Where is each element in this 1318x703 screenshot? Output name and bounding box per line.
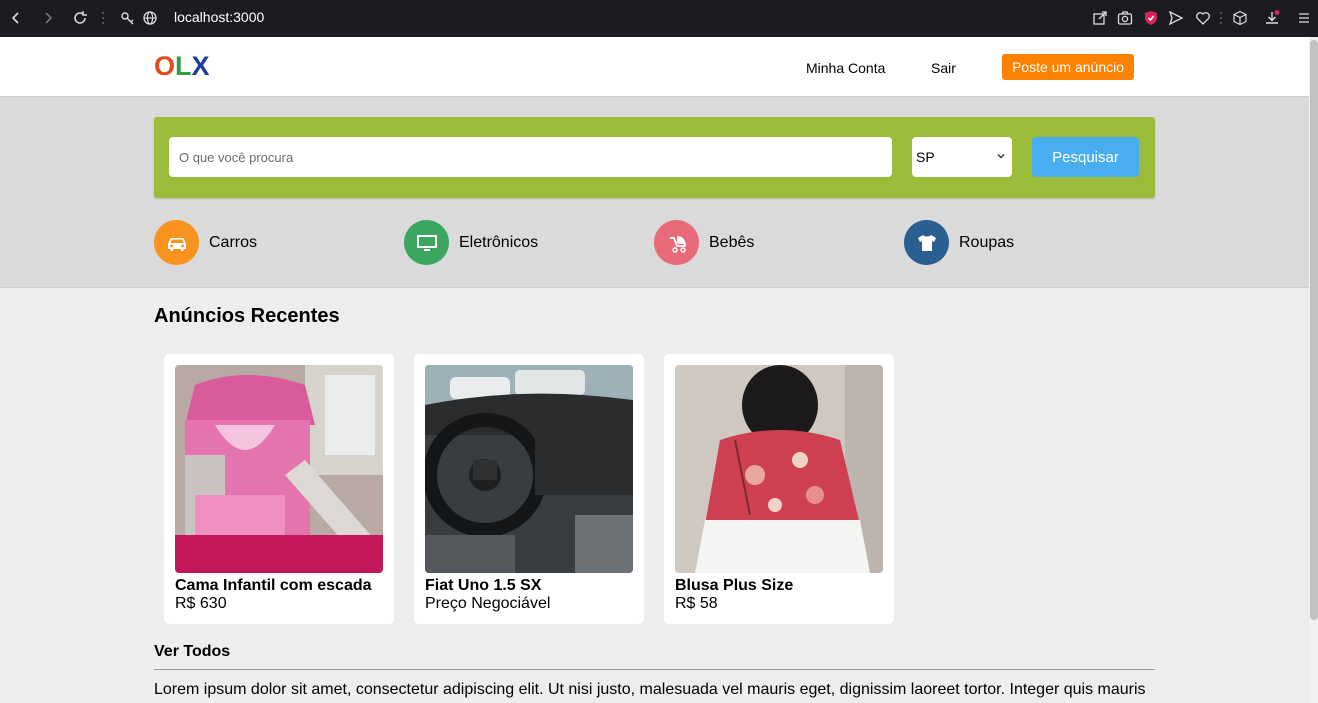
chevron-down-icon — [997, 154, 1005, 159]
forward-icon[interactable] — [38, 8, 58, 28]
logo-letter-x: X — [191, 51, 210, 81]
ad-card[interactable]: Cama Infantil com escada R$ 630 — [164, 354, 394, 624]
ad-title: Cama Infantil com escada — [175, 577, 372, 594]
logo-letter-l: L — [175, 51, 192, 81]
reload-icon[interactable] — [70, 8, 90, 28]
search-area: SP Pesquisar Carros Eletrônicos Bebês Ro… — [0, 97, 1309, 288]
scrollbar-thumb[interactable] — [1310, 40, 1318, 620]
ad-title: Blusa Plus Size — [675, 577, 794, 594]
ad-card[interactable]: Blusa Plus Size R$ 58 — [664, 354, 894, 624]
shirt-icon — [904, 220, 949, 265]
divider — [154, 669, 1155, 670]
category-label: Roupas — [959, 233, 1015, 251]
browser-toolbar: localhost:3000 — [0, 0, 1318, 37]
ad-image-bed[interactable] — [175, 365, 383, 573]
globe-icon[interactable] — [140, 8, 160, 28]
search-input[interactable] — [169, 137, 892, 177]
my-account-link[interactable]: Minha Conta — [806, 60, 885, 76]
footer-text: Lorem ipsum dolor sit amet, consectetur … — [154, 681, 1146, 698]
cube-icon[interactable] — [1230, 8, 1250, 28]
ad-price: R$ 58 — [675, 595, 718, 612]
logo-letter-o: O — [154, 51, 176, 81]
search-box: SP Pesquisar — [154, 117, 1155, 198]
download-icon[interactable] — [1262, 8, 1282, 28]
recent-ads-title: Anúncios Recentes — [154, 305, 340, 327]
ad-image-car[interactable] — [425, 365, 633, 573]
ad-price: R$ 630 — [175, 595, 227, 612]
state-select-value: SP — [916, 149, 935, 165]
category-label: Bebês — [709, 233, 755, 251]
car-icon — [154, 220, 199, 265]
category-carros[interactable]: Carros — [154, 220, 257, 265]
category-roupas[interactable]: Roupas — [904, 220, 1014, 265]
back-icon[interactable] — [6, 8, 26, 28]
separator-dots — [1220, 10, 1222, 26]
separator-dots — [102, 10, 104, 26]
address-bar[interactable]: localhost:3000 — [174, 9, 264, 25]
share-icon[interactable] — [1090, 8, 1110, 28]
heart-icon[interactable] — [1193, 8, 1213, 28]
logout-link[interactable]: Sair — [931, 60, 956, 76]
category-label: Carros — [209, 233, 258, 251]
category-label: Eletrônicos — [459, 233, 539, 251]
post-ad-button[interactable]: Poste um anúncio — [1002, 54, 1134, 80]
stroller-icon — [654, 220, 699, 265]
ad-image-blouse[interactable] — [675, 365, 883, 573]
camera-icon[interactable] — [1115, 8, 1135, 28]
search-button[interactable]: Pesquisar — [1032, 137, 1139, 177]
olx-logo[interactable]: OLX — [154, 51, 210, 82]
site-header: OLX Minha Conta Sair Poste um anúncio — [0, 37, 1309, 97]
category-bebes[interactable]: Bebês — [654, 220, 754, 265]
key-icon[interactable] — [118, 8, 138, 28]
shield-icon[interactable] — [1141, 8, 1161, 28]
menu-icon[interactable] — [1294, 8, 1314, 28]
state-select[interactable]: SP — [912, 137, 1012, 177]
ad-card[interactable]: Fiat Uno 1.5 SX Preço Negociável — [414, 354, 644, 624]
see-all-link[interactable]: Ver Todos — [154, 643, 230, 661]
send-icon[interactable] — [1166, 8, 1186, 28]
monitor-icon — [404, 220, 449, 265]
category-eletronicos[interactable]: Eletrônicos — [404, 220, 538, 265]
ad-title: Fiat Uno 1.5 SX — [425, 577, 542, 594]
ad-price: Preço Negociável — [425, 595, 551, 612]
